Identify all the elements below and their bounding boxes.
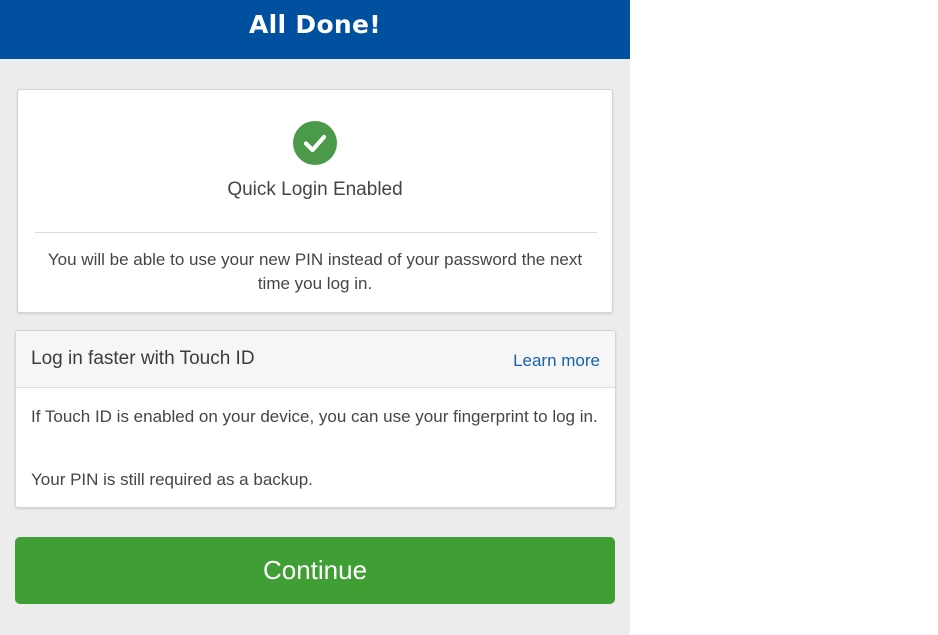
success-title: Quick Login Enabled <box>227 179 403 200</box>
touch-id-description: If Touch ID is enabled on your device, y… <box>31 407 598 426</box>
touch-id-title: Log in faster with Touch ID <box>31 348 255 369</box>
app-screen: All Done! Quick Login Enabled You will b… <box>0 0 630 635</box>
touch-id-card-header: Log in faster with Touch ID Learn more <box>16 331 615 388</box>
pin-backup-note: Your PIN is still required as a backup. <box>31 470 313 489</box>
learn-more-link[interactable]: Learn more <box>513 351 600 371</box>
touch-id-card: Log in faster with Touch ID Learn more I… <box>15 330 616 508</box>
divider <box>35 232 597 233</box>
continue-button[interactable]: Continue <box>15 537 615 604</box>
page-title: All Done! <box>249 10 381 39</box>
success-description: You will be able to use your new PIN ins… <box>47 250 583 293</box>
header-bar: All Done! <box>0 0 630 59</box>
checkmark-circle-icon <box>293 121 337 165</box>
success-card: Quick Login Enabled You will be able to … <box>17 89 613 313</box>
